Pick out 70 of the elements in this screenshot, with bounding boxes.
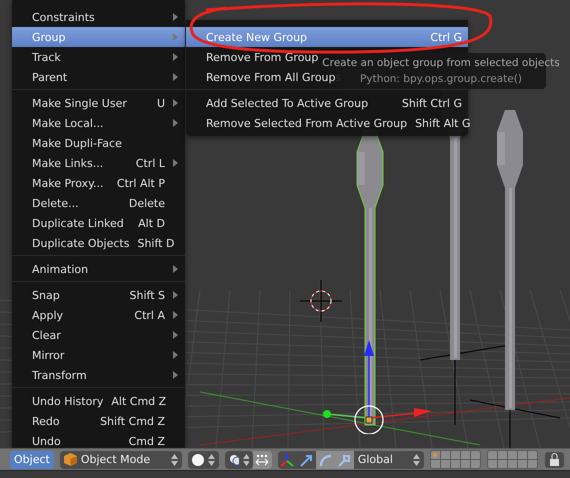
snap-icon[interactable]	[252, 450, 272, 468]
submenu-arrow-icon	[173, 291, 178, 299]
menu-item[interactable]: Make Proxy... Ctrl Alt P	[12, 173, 185, 193]
shortcut-label: Alt D	[138, 216, 165, 230]
3d-cursor-icon	[300, 280, 342, 322]
submenu-arrow-icon	[173, 311, 178, 319]
shortcut-label: Ctrl Alt P	[116, 176, 165, 190]
submenu-arrow-icon	[173, 99, 178, 107]
lock-icon[interactable]	[544, 450, 564, 468]
shortcut-label: U	[156, 96, 165, 110]
menu-item[interactable]: Duplicate Linked Alt D	[12, 213, 185, 233]
menu-item[interactable]: Make Dupli-Face	[12, 133, 185, 153]
mode-dropdown[interactable]: Object Mode	[60, 450, 182, 468]
menu-item[interactable]: Constraints	[12, 7, 185, 27]
menu-item[interactable]: Transform	[12, 365, 185, 385]
shading-dropdown[interactable]	[188, 450, 219, 468]
menu-item[interactable]: Parent	[12, 67, 185, 87]
menu-item[interactable]: Redo Shift Cmd Z	[12, 411, 185, 431]
shortcut-label: Ctrl L	[136, 156, 165, 170]
submenu-arrow-icon	[173, 13, 178, 21]
menu-item[interactable]: Animation	[12, 259, 185, 279]
shortcut-label: Shift S	[130, 288, 165, 302]
menu-item[interactable]: Delete... Delete	[12, 193, 185, 213]
submenu-arrow-icon	[173, 351, 178, 359]
menu-item[interactable]: Undo Cmd Z	[12, 431, 185, 448]
up-down-arrows-icon	[170, 454, 178, 466]
menu-item[interactable]: Duplicate Objects Shift D	[12, 233, 185, 253]
menu-item[interactable]: Undo History Alt Cmd Z	[12, 391, 185, 411]
menu-item[interactable]: Make Local...	[12, 113, 185, 133]
submenu-arrow-icon	[173, 159, 178, 167]
up-down-arrows-icon	[208, 454, 215, 466]
menu-item[interactable]: Make Links... Ctrl L	[12, 153, 185, 173]
submenu-arrow-icon	[173, 371, 178, 379]
shortcut-label: Ctrl G	[430, 30, 462, 44]
scale-manipulator-icon[interactable]	[334, 450, 354, 468]
menu-item[interactable]: Track	[12, 47, 185, 67]
axes-icon[interactable]	[278, 450, 297, 468]
submenu-arrow-icon	[173, 53, 178, 61]
menu-item[interactable]: Mirror	[12, 345, 185, 365]
menu-item[interactable]: Remove Selected From Active Group Shift Alt G	[186, 113, 468, 133]
rotate-manipulator-icon[interactable]	[316, 450, 335, 468]
orientation-dropdown[interactable]: Global	[354, 450, 424, 468]
shortcut-label: Shift Cmd Z	[100, 414, 165, 428]
shortcut-label: Shift D	[137, 236, 174, 250]
tooltip-text: Create an object group from selected objects	[322, 57, 560, 69]
menu-item[interactable]: Snap Shift S	[12, 285, 185, 305]
menu-item[interactable]: Clear	[12, 325, 185, 345]
sphere-icon	[192, 454, 204, 466]
cube-icon	[64, 453, 77, 466]
shortcut-label: Ctrl A	[134, 308, 165, 322]
up-down-arrows-icon	[243, 454, 249, 466]
shortcut-label: Alt Cmd Z	[111, 394, 166, 408]
menu-item[interactable]: Make Single User U	[12, 93, 185, 113]
tooltip-text: Python: bpy.ops.group.create()	[360, 73, 522, 85]
submenu-arrow-icon	[173, 73, 178, 81]
pivot-icon	[228, 454, 240, 466]
translate-manipulator-icon[interactable]	[296, 450, 316, 468]
menu-item[interactable]: Apply Ctrl A	[12, 305, 185, 325]
submenu-arrow-icon	[173, 33, 178, 41]
shortcut-label: Delete	[128, 196, 165, 210]
shortcut-label: Shift Alt G	[415, 116, 470, 130]
pivot-dropdown[interactable]	[224, 450, 253, 468]
menu-item[interactable]: Add Selected To Active Group Shift Ctrl G	[186, 93, 468, 113]
submenu-arrow-icon	[173, 265, 178, 273]
up-down-arrows-icon	[412, 454, 420, 466]
shortcut-label: Cmd Z	[128, 434, 165, 448]
object-menu-button[interactable]: Object	[10, 450, 54, 468]
shortcut-label: Shift Ctrl G	[402, 96, 462, 110]
submenu-arrow-icon	[173, 119, 178, 127]
submenu-arrow-icon	[173, 331, 178, 339]
